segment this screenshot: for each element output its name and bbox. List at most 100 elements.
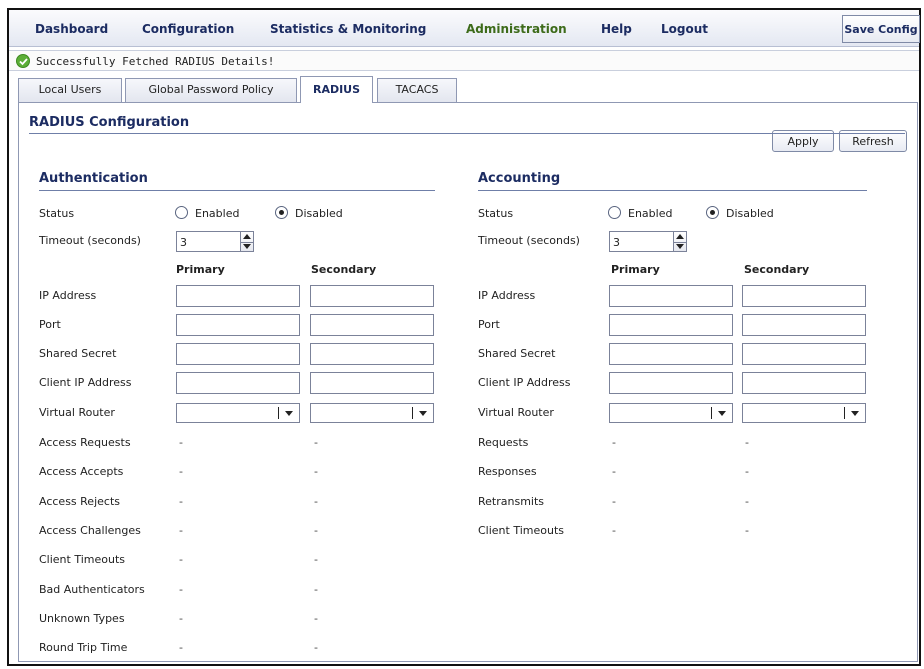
acct-timeout-value: 3	[613, 236, 620, 249]
tab-radius[interactable]: RADIUS	[300, 76, 373, 103]
auth-stat-primary-value: -	[179, 612, 183, 625]
select-divider	[844, 407, 845, 419]
tab-tacacs[interactable]: TACACS	[377, 78, 457, 102]
acct-port-primary-input[interactable]	[609, 314, 733, 336]
auth-stat-label: Access Requests	[39, 436, 131, 449]
panel-title: RADIUS Configuration	[29, 115, 190, 130]
auth-client-ip-label: Client IP Address	[39, 376, 132, 389]
auth-stat-secondary-value: -	[314, 612, 318, 625]
acct-timeout-spin	[673, 231, 687, 252]
select-divider	[278, 407, 279, 419]
acct-ip-primary-input[interactable]	[609, 285, 733, 307]
auth-stat-primary-value: -	[179, 583, 183, 596]
acct-vr-secondary-select[interactable]	[742, 403, 866, 423]
acct-disabled-radio[interactable]	[706, 206, 719, 219]
acct-port-secondary-input[interactable]	[742, 314, 866, 336]
auth-stat-label: Unknown Types	[39, 612, 125, 625]
authentication-title: Authentication	[39, 171, 148, 186]
acct-stat-secondary-value: -	[745, 495, 749, 508]
chevron-down-icon	[285, 411, 293, 416]
auth-stat-secondary-value: -	[314, 524, 318, 537]
acct-client-ip-primary-input[interactable]	[609, 372, 733, 394]
acct-vr-primary-select[interactable]	[609, 403, 733, 423]
accounting-divider	[478, 190, 867, 191]
auth-stat-label: Access Challenges	[39, 524, 141, 537]
auth-status-label: Status	[39, 207, 75, 220]
chevron-down-icon	[851, 411, 859, 416]
auth-primary-header: Primary	[176, 263, 225, 276]
acct-client-ip-label: Client IP Address	[478, 376, 571, 389]
acct-secret-primary-input[interactable]	[609, 343, 733, 365]
spin-down-icon[interactable]	[241, 242, 253, 251]
auth-ip-primary-input[interactable]	[176, 285, 300, 307]
acct-ip-secondary-input[interactable]	[742, 285, 866, 307]
acct-vr-label: Virtual Router	[478, 406, 554, 419]
acct-stat-label: Responses	[478, 465, 537, 478]
auth-ip-secondary-input[interactable]	[310, 285, 434, 307]
auth-ip-label: IP Address	[39, 289, 97, 302]
acct-enabled-radio[interactable]	[608, 206, 621, 219]
auth-disabled-radio[interactable]	[275, 206, 288, 219]
auth-stat-label: Round Trip Time	[39, 641, 128, 654]
spin-down-icon[interactable]	[674, 242, 686, 251]
acct-client-ip-secondary-input[interactable]	[742, 372, 866, 394]
auth-port-label: Port	[39, 318, 61, 331]
nav-administration[interactable]: Administration	[466, 22, 567, 36]
auth-enabled-radio[interactable]	[175, 206, 188, 219]
auth-stat-secondary-value: -	[314, 465, 318, 478]
acct-disabled-label: Disabled	[726, 207, 774, 220]
acct-secret-secondary-input[interactable]	[742, 343, 866, 365]
auth-secret-label: Shared Secret	[39, 347, 117, 360]
spin-up-icon[interactable]	[674, 232, 686, 241]
auth-vr-primary-select[interactable]	[176, 403, 300, 423]
status-bar: Successfully Fetched RADIUS Details!	[9, 50, 919, 71]
auth-stat-primary-value: -	[179, 436, 183, 449]
auth-disabled-label: Disabled	[295, 207, 343, 220]
acct-stat-primary-value: -	[612, 436, 616, 449]
top-nav: Dashboard Configuration Statistics & Mon…	[9, 10, 920, 47]
accounting-title: Accounting	[478, 171, 561, 186]
auth-stat-label: Access Accepts	[39, 465, 124, 478]
nav-configuration[interactable]: Configuration	[142, 22, 234, 36]
tab-global-password-policy[interactable]: Global Password Policy	[125, 78, 297, 102]
auth-stat-label: Client Timeouts	[39, 553, 126, 566]
nav-logout[interactable]: Logout	[661, 22, 708, 36]
auth-timeout-spin	[240, 231, 254, 252]
auth-stat-secondary-value: -	[314, 436, 318, 449]
select-divider	[412, 407, 413, 419]
nav-dashboard[interactable]: Dashboard	[35, 22, 108, 36]
acct-stat-secondary-value: -	[745, 524, 749, 537]
auth-secondary-header: Secondary	[311, 263, 377, 276]
auth-client-ip-primary-input[interactable]	[176, 372, 300, 394]
app-frame: Dashboard Configuration Statistics & Mon…	[7, 8, 921, 666]
auth-port-secondary-input[interactable]	[310, 314, 434, 336]
nav-statistics-monitoring[interactable]: Statistics & Monitoring	[270, 22, 426, 36]
acct-stat-label: Client Timeouts	[478, 524, 565, 537]
auth-timeout-stepper[interactable]: 3	[176, 231, 254, 252]
acct-stat-secondary-value: -	[745, 436, 749, 449]
auth-port-primary-input[interactable]	[176, 314, 300, 336]
auth-vr-secondary-select[interactable]	[310, 403, 434, 423]
acct-timeout-label: Timeout (seconds)	[478, 234, 580, 247]
auth-secret-secondary-input[interactable]	[310, 343, 434, 365]
acct-enabled-label: Enabled	[628, 207, 673, 220]
acct-secondary-header: Secondary	[744, 263, 810, 276]
nav-help[interactable]: Help	[601, 22, 632, 36]
acct-stat-label: Retransmits	[478, 495, 545, 508]
acct-stat-primary-value: -	[612, 524, 616, 537]
status-message: Successfully Fetched RADIUS Details!	[36, 55, 275, 68]
auth-secret-primary-input[interactable]	[176, 343, 300, 365]
check-icon	[16, 54, 30, 68]
auth-stat-primary-value: -	[179, 495, 183, 508]
auth-stat-primary-value: -	[179, 553, 183, 566]
auth-stat-secondary-value: -	[314, 641, 318, 654]
acct-secret-label: Shared Secret	[478, 347, 556, 360]
acct-timeout-stepper[interactable]: 3	[609, 231, 687, 252]
tab-local-users[interactable]: Local Users	[18, 78, 122, 102]
auth-stat-primary-value: -	[179, 524, 183, 537]
spin-up-icon[interactable]	[241, 232, 253, 241]
auth-stat-secondary-value: -	[314, 495, 318, 508]
acct-stat-primary-value: -	[612, 495, 616, 508]
auth-client-ip-secondary-input[interactable]	[310, 372, 434, 394]
save-config-button[interactable]: Save Config	[842, 15, 920, 43]
